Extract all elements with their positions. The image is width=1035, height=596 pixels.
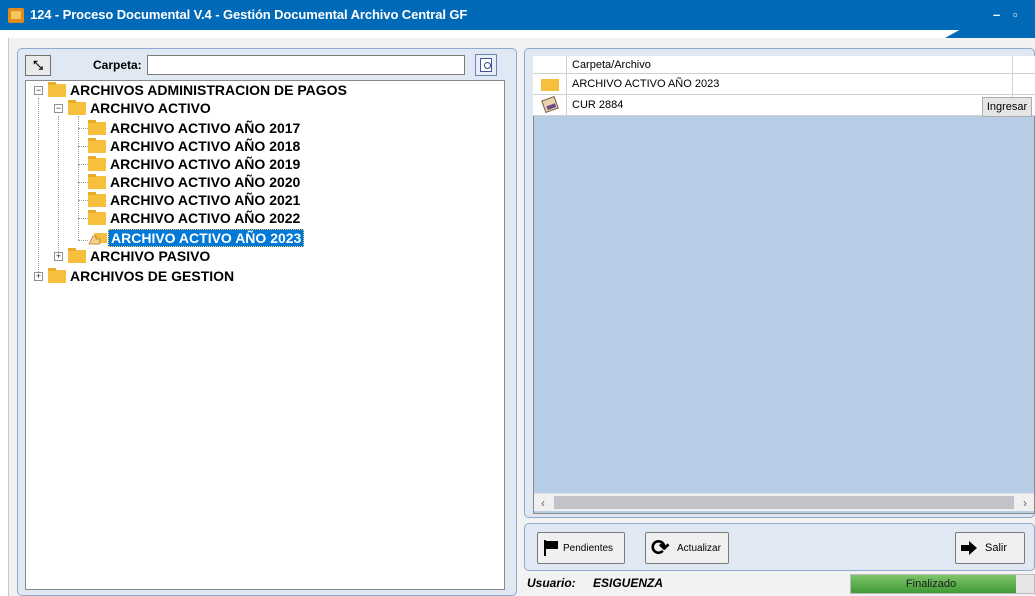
tree-line-h bbox=[78, 164, 88, 165]
folder-icon bbox=[88, 138, 106, 153]
pendientes-button[interactable]: Pendientes bbox=[537, 532, 625, 564]
grid-row-action-cell bbox=[1013, 74, 1035, 95]
minimize-button[interactable]: – bbox=[993, 7, 1000, 22]
document-icon bbox=[541, 95, 559, 114]
tree-node-year[interactable]: ARCHIVO ACTIVO AÑO 2022 bbox=[88, 210, 302, 227]
tree-node-label: ARCHIVO ACTIVO AÑO 2023 bbox=[108, 229, 305, 247]
tree-node-year[interactable]: ARCHIVO ACTIVO AÑO 2021 bbox=[88, 192, 302, 209]
grid-row-icon-cell bbox=[533, 95, 567, 116]
scroll-right-arrow-icon[interactable]: › bbox=[1016, 494, 1034, 512]
tree-node-year[interactable]: ARCHIVO ACTIVO AÑO 2020 bbox=[88, 174, 302, 191]
salir-button[interactable]: Salir bbox=[955, 532, 1025, 564]
tree-node-year[interactable]: ARCHIVO ACTIVO AÑO 2019 bbox=[88, 156, 302, 173]
refresh-icon: ⟳ bbox=[651, 535, 670, 560]
folder-icon bbox=[88, 192, 106, 207]
tree-line-h bbox=[78, 200, 88, 201]
progress-text: Finalizado bbox=[905, 578, 957, 590]
app-icon bbox=[8, 8, 24, 23]
collapse-all-button[interactable]: ⤡ bbox=[25, 55, 51, 76]
tree-line-h bbox=[78, 240, 88, 241]
grid-row-name[interactable]: ARCHIVO ACTIVO AÑO 2023 bbox=[567, 74, 1013, 95]
grid-header-carpeta-archivo[interactable]: Carpeta/Archivo bbox=[567, 56, 1013, 74]
flag-icon bbox=[543, 540, 559, 556]
scroll-left-arrow-icon[interactable]: ‹ bbox=[534, 494, 552, 512]
search-document-icon bbox=[480, 58, 492, 72]
expander-archivo-activo[interactable]: − bbox=[54, 104, 63, 113]
tree-line-h bbox=[78, 128, 88, 129]
contents-grid[interactable] bbox=[533, 56, 1035, 514]
tree-node-label: ARCHIVO ACTIVO AÑO 2022 bbox=[110, 210, 301, 226]
ingresar-button[interactable]: Ingresar bbox=[982, 97, 1032, 117]
status-progress-bar: Finalizado bbox=[850, 574, 1035, 594]
salir-label: Salir bbox=[985, 542, 1008, 554]
folder-icon bbox=[541, 79, 559, 91]
collapse-arrows-icon: ⤡ bbox=[33, 58, 43, 72]
tree-line-years bbox=[78, 116, 79, 240]
folder-icon bbox=[88, 120, 106, 135]
folder-icon bbox=[48, 82, 66, 97]
folder-icon bbox=[88, 156, 106, 171]
tree-line-h bbox=[78, 218, 88, 219]
scrollbar-thumb[interactable] bbox=[554, 496, 1014, 509]
tree-node-label: ARCHIVOS ADMINISTRACION DE PAGOS bbox=[70, 82, 347, 98]
horizontal-scrollbar[interactable]: ‹ › bbox=[534, 493, 1034, 511]
tree-node-label: ARCHIVO ACTIVO AÑO 2021 bbox=[110, 192, 301, 208]
expander-archivo-pasivo[interactable]: + bbox=[54, 252, 63, 261]
grid-header: Carpeta/Archivo bbox=[533, 56, 1035, 74]
folder-icon bbox=[68, 100, 86, 115]
tree-line-root bbox=[38, 98, 39, 278]
expander-root[interactable]: − bbox=[34, 86, 43, 95]
actualizar-button[interactable]: ⟳ Actualizar bbox=[645, 532, 729, 564]
tree-node-label: ARCHIVO PASIVO bbox=[90, 248, 211, 264]
window-title: 124 - Proceso Documental V.4 - Gestión D… bbox=[30, 7, 468, 22]
carpeta-search-input[interactable] bbox=[147, 55, 465, 75]
user-label: Usuario: bbox=[527, 576, 576, 590]
pendientes-label: Pendientes bbox=[563, 542, 614, 554]
actualizar-label: Actualizar bbox=[677, 542, 721, 554]
tree-node-label: ARCHIVOS DE GESTION bbox=[70, 268, 235, 284]
tree-node-archivo-pasivo[interactable]: ARCHIVO PASIVO bbox=[68, 248, 212, 265]
folder-icon bbox=[88, 174, 106, 189]
tree-node-label: ARCHIVO ACTIVO AÑO 2020 bbox=[110, 174, 301, 190]
carpeta-label: Carpeta: bbox=[93, 58, 142, 72]
exit-icon bbox=[961, 540, 981, 556]
maximize-button[interactable]: ▫ bbox=[1013, 7, 1018, 22]
tree-node-label: ARCHIVO ACTIVO AÑO 2018 bbox=[110, 138, 301, 154]
tree-node-label: ARCHIVO ACTIVO AÑO 2017 bbox=[110, 120, 301, 136]
tree-node-archivos-gestion[interactable]: ARCHIVOS DE GESTION bbox=[48, 268, 236, 285]
tree-node-year[interactable]: ARCHIVO ACTIVO AÑO 2017 bbox=[88, 120, 302, 137]
tree-node-label: ARCHIVO ACTIVO AÑO 2019 bbox=[110, 156, 301, 172]
grid-row-icon-cell bbox=[533, 74, 567, 95]
open-folder-hand-icon bbox=[88, 233, 107, 245]
folder-icon bbox=[68, 248, 86, 263]
search-button[interactable] bbox=[475, 54, 497, 76]
tree-node-year[interactable]: ARCHIVO ACTIVO AÑO 2018 bbox=[88, 138, 302, 155]
folder-icon bbox=[88, 210, 106, 225]
user-value: ESIGUENZA bbox=[593, 576, 664, 590]
tree-node-archivo-activo[interactable]: ARCHIVO ACTIVO bbox=[68, 100, 213, 117]
tree-node-administracion-pagos[interactable]: ARCHIVOS ADMINISTRACION DE PAGOS bbox=[48, 82, 349, 99]
grid-row[interactable]: ARCHIVO ACTIVO AÑO 2023 bbox=[533, 74, 1035, 95]
expander-archivos-gestion[interactable]: + bbox=[34, 272, 43, 281]
tree-line-activo bbox=[58, 116, 59, 260]
grid-row[interactable]: CUR 2884 bbox=[533, 95, 1035, 116]
tree-line-h bbox=[78, 182, 88, 183]
grid-row-name[interactable]: CUR 2884 bbox=[567, 95, 1013, 116]
grid-header-icon-cell bbox=[533, 56, 567, 74]
title-bar: 124 - Proceso Documental V.4 - Gestión D… bbox=[0, 0, 1035, 38]
tree-node-year-selected[interactable]: ARCHIVO ACTIVO AÑO 2023 bbox=[88, 229, 305, 247]
tree-node-label: ARCHIVO ACTIVO bbox=[90, 100, 211, 116]
folder-icon bbox=[48, 268, 66, 283]
tree-line-h bbox=[78, 146, 88, 147]
